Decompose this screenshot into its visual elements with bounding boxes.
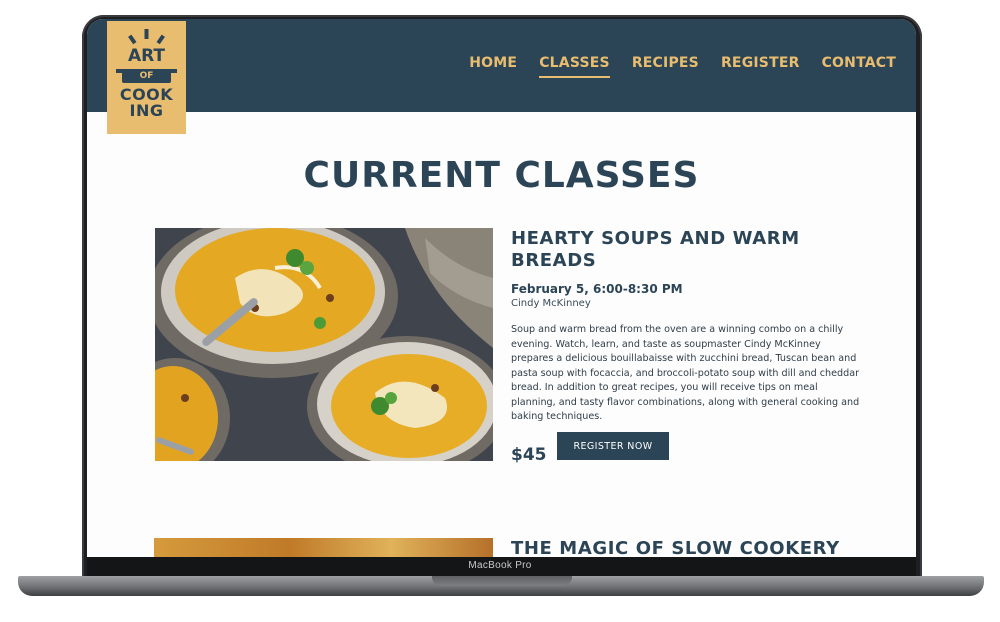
steam-rays-icon bbox=[128, 29, 165, 45]
class-image-soup bbox=[155, 228, 493, 461]
soup-bowls-photo bbox=[155, 228, 493, 461]
class-description: Soup and warm bread from the oven are a … bbox=[511, 324, 860, 422]
nav-classes[interactable]: CLASSES bbox=[539, 55, 610, 78]
class-card-1: HEARTY SOUPS AND WARM BREADS February 5,… bbox=[511, 228, 861, 465]
class-instructor: Cindy McKinney bbox=[511, 298, 591, 309]
class-title: HEARTY SOUPS AND WARM BREADS bbox=[511, 228, 800, 271]
page-title: CURRENT CLASSES bbox=[303, 155, 700, 196]
class-date: February 5, 6:00-8:30 PM bbox=[511, 282, 683, 296]
browser-viewport: HOME CLASSES RECIPES REGISTER CONTACT AR… bbox=[87, 19, 916, 560]
nav-register[interactable]: REGISTER bbox=[721, 55, 800, 78]
logo-text-ing: ING bbox=[129, 101, 164, 120]
nav-home[interactable]: HOME bbox=[469, 55, 517, 78]
site-logo[interactable]: ART OF COOK ING bbox=[107, 21, 186, 134]
main-nav: HOME CLASSES RECIPES REGISTER CONTACT bbox=[447, 55, 896, 78]
model-label: MacBook Pro bbox=[468, 560, 532, 571]
laptop-notch bbox=[432, 576, 572, 586]
nav-contact[interactable]: CONTACT bbox=[822, 55, 896, 78]
logo-text-of: OF bbox=[139, 71, 154, 81]
class-title-2: THE MAGIC OF SLOW COOKERY bbox=[511, 538, 840, 559]
site-header: HOME CLASSES RECIPES REGISTER CONTACT bbox=[87, 19, 916, 112]
logo-text-art: ART bbox=[127, 46, 166, 66]
nav-recipes[interactable]: RECIPES bbox=[632, 55, 699, 78]
register-now-button[interactable]: REGISTER NOW bbox=[557, 432, 669, 460]
class-price: $45 bbox=[511, 445, 547, 465]
